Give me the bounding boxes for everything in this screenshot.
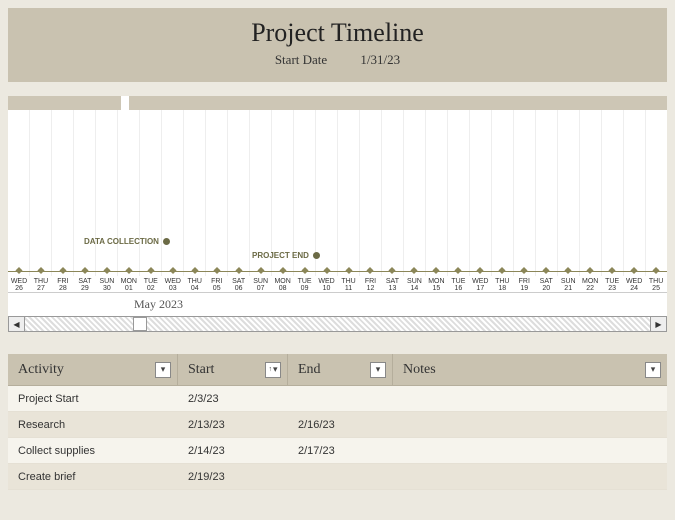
column-activity-label: Activity: [18, 362, 64, 378]
scroll-right-button[interactable]: ▶: [650, 317, 666, 331]
sort-dropdown-icon[interactable]: ↑▾: [265, 362, 281, 378]
chart-header-bar: [8, 96, 667, 110]
column-end[interactable]: End ▾: [288, 354, 393, 385]
table-header: Activity ▾ Start ↑▾ End ▾ Notes ▾: [8, 354, 667, 386]
milestone-marker: PROJECT END: [252, 251, 320, 260]
filter-dropdown-icon[interactable]: ▾: [155, 362, 171, 378]
axis-tick: SAT29: [74, 272, 96, 292]
page-title: Project Timeline: [8, 18, 667, 48]
column-notes-label: Notes: [403, 362, 436, 378]
cell-activity: Create brief: [8, 471, 178, 483]
axis-tick: SUN14: [403, 272, 425, 292]
axis-tick: FRI12: [360, 272, 382, 292]
axis-tick: FRI05: [206, 272, 228, 292]
axis-tick: MON15: [425, 272, 447, 292]
axis-tick: TUE23: [601, 272, 623, 292]
table-row[interactable]: Project Start2/3/23: [8, 386, 667, 412]
cell-end: 2/17/23: [288, 445, 393, 457]
axis-tick: SUN21: [557, 272, 579, 292]
axis-tick: WED17: [469, 272, 491, 292]
axis-tick: THU18: [491, 272, 513, 292]
chart-gridlines: [8, 110, 667, 276]
scrollbar-thumb[interactable]: [133, 317, 147, 331]
axis-tick: THU11: [338, 272, 360, 292]
cell-activity: Research: [8, 419, 178, 431]
axis-tick: WED03: [162, 272, 184, 292]
start-date-value: 1/31/23: [360, 52, 400, 67]
cell-start: 2/14/23: [178, 445, 288, 457]
axis-tick: WED10: [316, 272, 338, 292]
axis-tick: SAT13: [381, 272, 403, 292]
axis-tick: MON08: [272, 272, 294, 292]
milestone-dot-icon: [163, 238, 170, 245]
column-start-label: Start: [188, 362, 214, 378]
cell-activity: Project Start: [8, 393, 178, 405]
axis-tick: THU27: [30, 272, 52, 292]
scroll-left-button[interactable]: ◀: [9, 317, 25, 331]
axis-tick: MON01: [118, 272, 140, 292]
axis-tick: WED24: [623, 272, 645, 292]
axis-tick: SAT06: [228, 272, 250, 292]
axis-tick: SAT20: [535, 272, 557, 292]
milestone-dot-icon: [313, 252, 320, 259]
axis-tick: FRI28: [52, 272, 74, 292]
axis-tick: TUE02: [140, 272, 162, 292]
cell-start: 2/13/23: [178, 419, 288, 431]
month-label: May 2023: [134, 297, 183, 312]
timeline-chart: DATA COLLECTIONPROJECT END WED26THU27FRI…: [8, 96, 667, 316]
axis-tick: THU25: [645, 272, 667, 292]
month-row: May 2023: [8, 292, 667, 316]
axis-tick: MON22: [579, 272, 601, 292]
table-body: Project Start2/3/23Research2/13/232/16/2…: [8, 386, 667, 490]
date-axis: WED26THU27FRI28SAT29SUN30MON01TUE02WED03…: [8, 271, 667, 292]
table-row[interactable]: Collect supplies2/14/232/17/23: [8, 438, 667, 464]
header-band: Project Timeline Start Date 1/31/23: [8, 8, 667, 82]
axis-tick: WED26: [8, 272, 30, 292]
column-activity[interactable]: Activity ▾: [8, 354, 178, 385]
axis-tick: THU04: [184, 272, 206, 292]
column-notes[interactable]: Notes ▾: [393, 354, 667, 385]
filter-dropdown-icon[interactable]: ▾: [645, 362, 661, 378]
start-date-row: Start Date 1/31/23: [8, 52, 667, 68]
milestone-marker: DATA COLLECTION: [84, 237, 170, 246]
axis-tick: SUN07: [250, 272, 272, 292]
column-start[interactable]: Start ↑▾: [178, 354, 288, 385]
start-date-label: Start Date: [275, 52, 327, 67]
cell-start: 2/19/23: [178, 471, 288, 483]
column-end-label: End: [298, 362, 321, 378]
scrollbar-track[interactable]: [25, 317, 650, 331]
timeline-scrollbar[interactable]: ◀ ▶: [8, 316, 667, 332]
cell-end: 2/16/23: [288, 419, 393, 431]
cell-start: 2/3/23: [178, 393, 288, 405]
activity-table: Activity ▾ Start ↑▾ End ▾ Notes ▾ Projec…: [8, 354, 667, 490]
axis-tick: FRI19: [513, 272, 535, 292]
axis-tick: TUE16: [447, 272, 469, 292]
axis-tick: SUN30: [96, 272, 118, 292]
table-row[interactable]: Create brief2/19/23: [8, 464, 667, 490]
cell-activity: Collect supplies: [8, 445, 178, 457]
table-row[interactable]: Research2/13/232/16/23: [8, 412, 667, 438]
filter-dropdown-icon[interactable]: ▾: [370, 362, 386, 378]
axis-tick: TUE09: [294, 272, 316, 292]
